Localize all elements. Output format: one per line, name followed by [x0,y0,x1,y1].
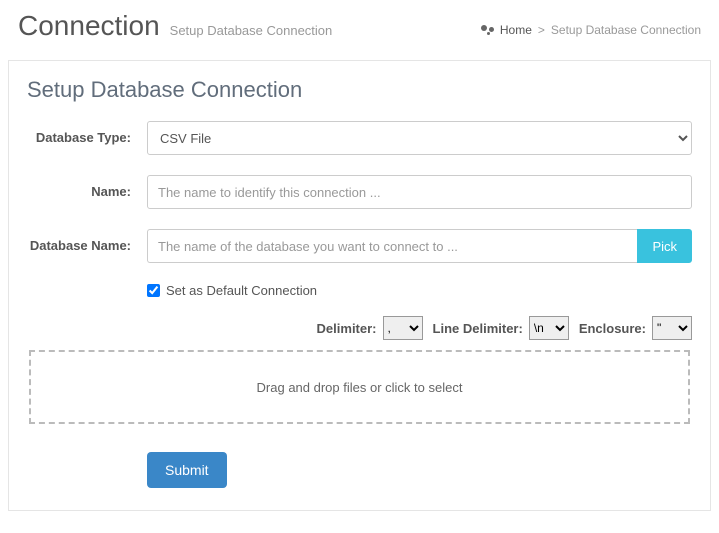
label-enclosure: Enclosure: [579,321,646,336]
row-database-name: Database Name: Pick [27,229,692,263]
select-enclosure[interactable]: " [652,316,692,340]
page-header: Connection Setup Database Connection Hom… [0,0,719,54]
label-delimiter: Delimiter: [317,321,377,336]
page-title: Connection [18,10,160,42]
breadcrumb-current: Setup Database Connection [551,23,701,37]
select-database-type[interactable]: CSV File [147,121,692,155]
breadcrumb-home-link[interactable]: Home [500,23,532,37]
input-name[interactable] [147,175,692,209]
input-database-name[interactable] [147,229,637,263]
header-left: Connection Setup Database Connection [18,10,332,42]
breadcrumb: Home > Setup Database Connection [481,23,701,37]
row-default-connection: Set as Default Connection [147,283,692,298]
main-panel: Setup Database Connection Database Type:… [8,60,711,511]
dropzone-text: Drag and drop files or click to select [257,380,463,395]
label-default-connection: Set as Default Connection [166,283,317,298]
label-database-name: Database Name: [27,229,147,255]
row-database-type: Database Type: CSV File [27,121,692,155]
row-name: Name: [27,175,692,209]
submit-button[interactable]: Submit [147,452,227,488]
dashboard-icon [481,25,494,35]
label-database-type: Database Type: [27,121,147,147]
breadcrumb-separator: > [538,23,545,37]
row-csv-options: Delimiter: , Line Delimiter: \n Enclosur… [27,316,692,340]
label-line-delimiter: Line Delimiter: [433,321,523,336]
select-delimiter[interactable]: , [383,316,423,340]
page-subtitle: Setup Database Connection [170,23,333,38]
checkbox-default-connection[interactable] [147,284,160,297]
select-line-delimiter[interactable]: \n [529,316,569,340]
row-submit: Submit [147,452,692,488]
file-dropzone[interactable]: Drag and drop files or click to select [29,350,690,424]
panel-title: Setup Database Connection [27,77,692,103]
label-name: Name: [27,175,147,201]
pick-button[interactable]: Pick [637,229,692,263]
